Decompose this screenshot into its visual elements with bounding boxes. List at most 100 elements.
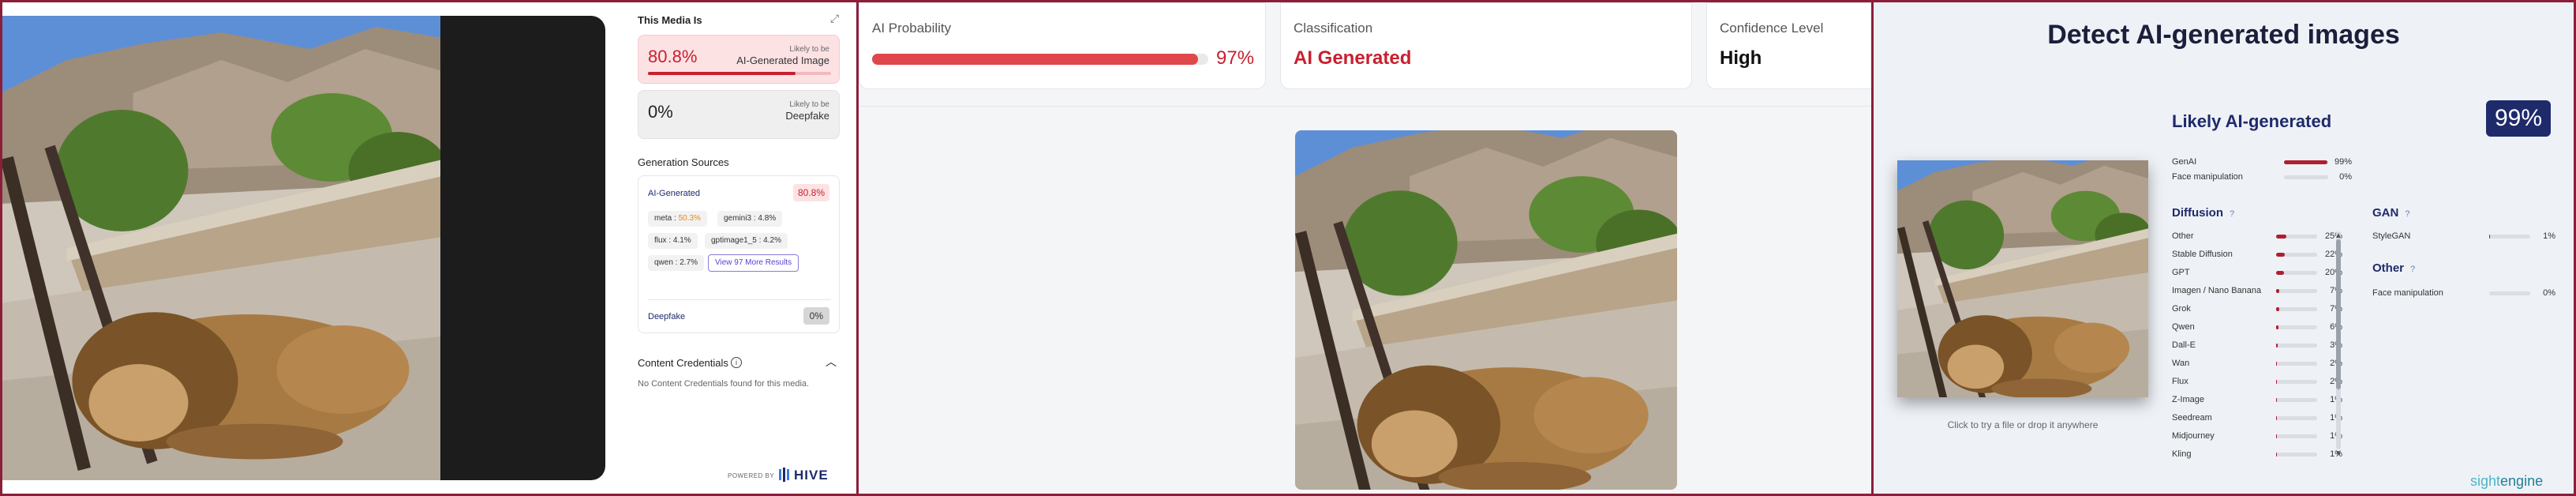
source-chip: flux : 4.1% — [648, 233, 698, 249]
scroll-up-icon[interactable]: ▲ — [2334, 231, 2342, 240]
diffusion-title-text: Diffusion — [2172, 206, 2223, 220]
ai-probability-label: AI Probability — [872, 21, 952, 36]
score-row: Seedream1% — [2172, 413, 2346, 424]
score-row-fill — [2276, 416, 2277, 420]
score-row: Qwen6% — [2172, 322, 2346, 333]
deepfake-percent: 0% — [648, 102, 673, 122]
score-row-fill — [2276, 380, 2277, 384]
score-row-bar — [2284, 175, 2328, 179]
help-icon[interactable]: ? — [2405, 209, 2409, 219]
classification-value: AI Generated — [1294, 47, 1412, 69]
content-credentials-text: No Content Credentials found for this me… — [638, 379, 810, 389]
score-row-label: StyleGAN — [2372, 231, 2411, 241]
score-row: Stable Diffusion 22% — [2172, 250, 2346, 261]
source-chip: meta : 50.3% — [648, 211, 707, 227]
score-row-label: Midjourney — [2172, 431, 2215, 441]
score-row-fill — [2276, 235, 2286, 239]
score-row-fill — [2276, 344, 2278, 348]
score-row-fill — [2284, 160, 2327, 164]
help-icon[interactable]: ? — [2230, 209, 2234, 219]
help-icon[interactable]: ? — [2410, 265, 2415, 274]
hive-brand: HIVE — [794, 468, 829, 483]
brand-light: sight — [2470, 473, 2501, 489]
score-row-bar — [2489, 291, 2530, 295]
hive-logo-icon — [779, 468, 789, 482]
score-row-fill — [2276, 289, 2279, 293]
score-row-bar — [2276, 235, 2317, 239]
ai-probability-bar — [872, 54, 1208, 65]
score-row: Imagen / Nano Banana7% — [2172, 286, 2346, 297]
panel-divider — [1871, 0, 1874, 496]
score-row: Other 25% — [2172, 231, 2346, 242]
score-row-fill — [2276, 307, 2279, 311]
score-row-fill — [2276, 325, 2278, 329]
score-row-bar — [2276, 380, 2317, 384]
chevron-up-icon[interactable]: ︿ — [826, 354, 837, 370]
chip-value: 2.7% — [680, 258, 698, 267]
score-row-label: Imagen / Nano Banana — [2172, 286, 2262, 295]
score-row-fill — [2276, 253, 2285, 257]
score-row-fill — [2489, 235, 2490, 239]
score-row: Dall-E3% — [2172, 340, 2346, 351]
brand-dark: engine — [2500, 473, 2544, 489]
confidence-label: Confidence Level — [1720, 21, 1824, 36]
powered-by-label: POWERED BY — [728, 472, 775, 479]
ai-generated-card: 80.8% Likely to be AI-Generated Image — [638, 35, 840, 84]
score-row-bar — [2276, 253, 2317, 257]
metrics-row: AI Probability 97% Classification AI Gen… — [859, 2, 1871, 107]
ai-probability-fill — [872, 54, 1198, 65]
info-icon[interactable]: i — [731, 357, 742, 368]
chip-value: 4.8% — [758, 214, 777, 223]
score-row-bar — [2489, 235, 2530, 239]
chip-value: 50.3% — [678, 214, 701, 223]
score-row-label: Dall-E — [2172, 340, 2196, 350]
score-row-bar — [2276, 325, 2317, 329]
ai-small-label: Likely to be — [789, 45, 829, 54]
confidence-card: Confidence Level High — [1706, 2, 1871, 89]
confidence-value: High — [1720, 47, 1762, 69]
chip-name: qwen : — [654, 258, 678, 267]
screenshot-frame: This Media Is ⤢ 80.8% Likely to be AI-Ge… — [0, 0, 2576, 496]
diffusion-title: Diffusion? — [2172, 206, 2234, 220]
sources-badge: 80.8% — [792, 184, 829, 201]
score-row: Midjourney1% — [2172, 431, 2346, 442]
score-row-label: GenAI — [2172, 157, 2197, 167]
score-row-bar — [2276, 453, 2317, 457]
result-header: This Media Is — [638, 14, 702, 26]
ai-progress-bar — [648, 72, 831, 75]
uploaded-image[interactable] — [1897, 160, 2148, 397]
scroll-down-icon[interactable]: ▼ — [2334, 449, 2342, 458]
view-more-results-button[interactable]: View 97 More Results — [708, 254, 799, 272]
score-row: Kling 1% — [2172, 449, 2346, 460]
score-row-bar — [2276, 362, 2317, 366]
score-row-bar — [2276, 271, 2317, 275]
chip-value: 4.1% — [672, 236, 691, 245]
deepfake-small-label: Likely to be — [789, 100, 829, 109]
score-badge: 99% — [2486, 100, 2551, 137]
source-chip: gemini3 : 4.8% — [717, 211, 783, 227]
deepfake-card: 0% Likely to be Deepfake — [638, 90, 840, 139]
classification-card: Classification AI Generated — [1280, 2, 1692, 89]
source-chip: qwen : 2.7% — [648, 255, 705, 271]
diffusion-scrollbar[interactable] — [2336, 231, 2341, 449]
generation-sources-box: AI-Generated 80.8% meta : 50.3% gemini3 … — [638, 175, 840, 333]
score-row-label: Other — [2172, 231, 2194, 241]
score-row-label: Stable Diffusion — [2172, 250, 2233, 259]
score-row: Flux2% — [2172, 377, 2346, 388]
chip-name: meta : — [654, 214, 676, 223]
ai-label: AI-Generated Image — [736, 54, 829, 66]
score-row-label: Seedream — [2172, 413, 2212, 423]
lion-photo — [2, 16, 440, 480]
share-icon[interactable]: ⤢ — [830, 12, 839, 25]
frame-border — [0, 0, 2576, 2]
chip-name: gemini3 : — [724, 214, 756, 223]
score-row-value: 99% — [2334, 157, 2352, 167]
score-row-bar — [2276, 398, 2317, 402]
score-row-label: Wan — [2172, 359, 2190, 368]
scrollbar-thumb[interactable] — [2336, 239, 2341, 389]
score-row-label: Flux — [2172, 377, 2188, 386]
other-title: Other? — [2372, 261, 2415, 275]
score-row-fill — [2276, 271, 2284, 275]
upload-hint[interactable]: Click to try a file or drop it anywhere — [1897, 419, 2148, 430]
ai-percent: 80.8% — [648, 47, 698, 66]
